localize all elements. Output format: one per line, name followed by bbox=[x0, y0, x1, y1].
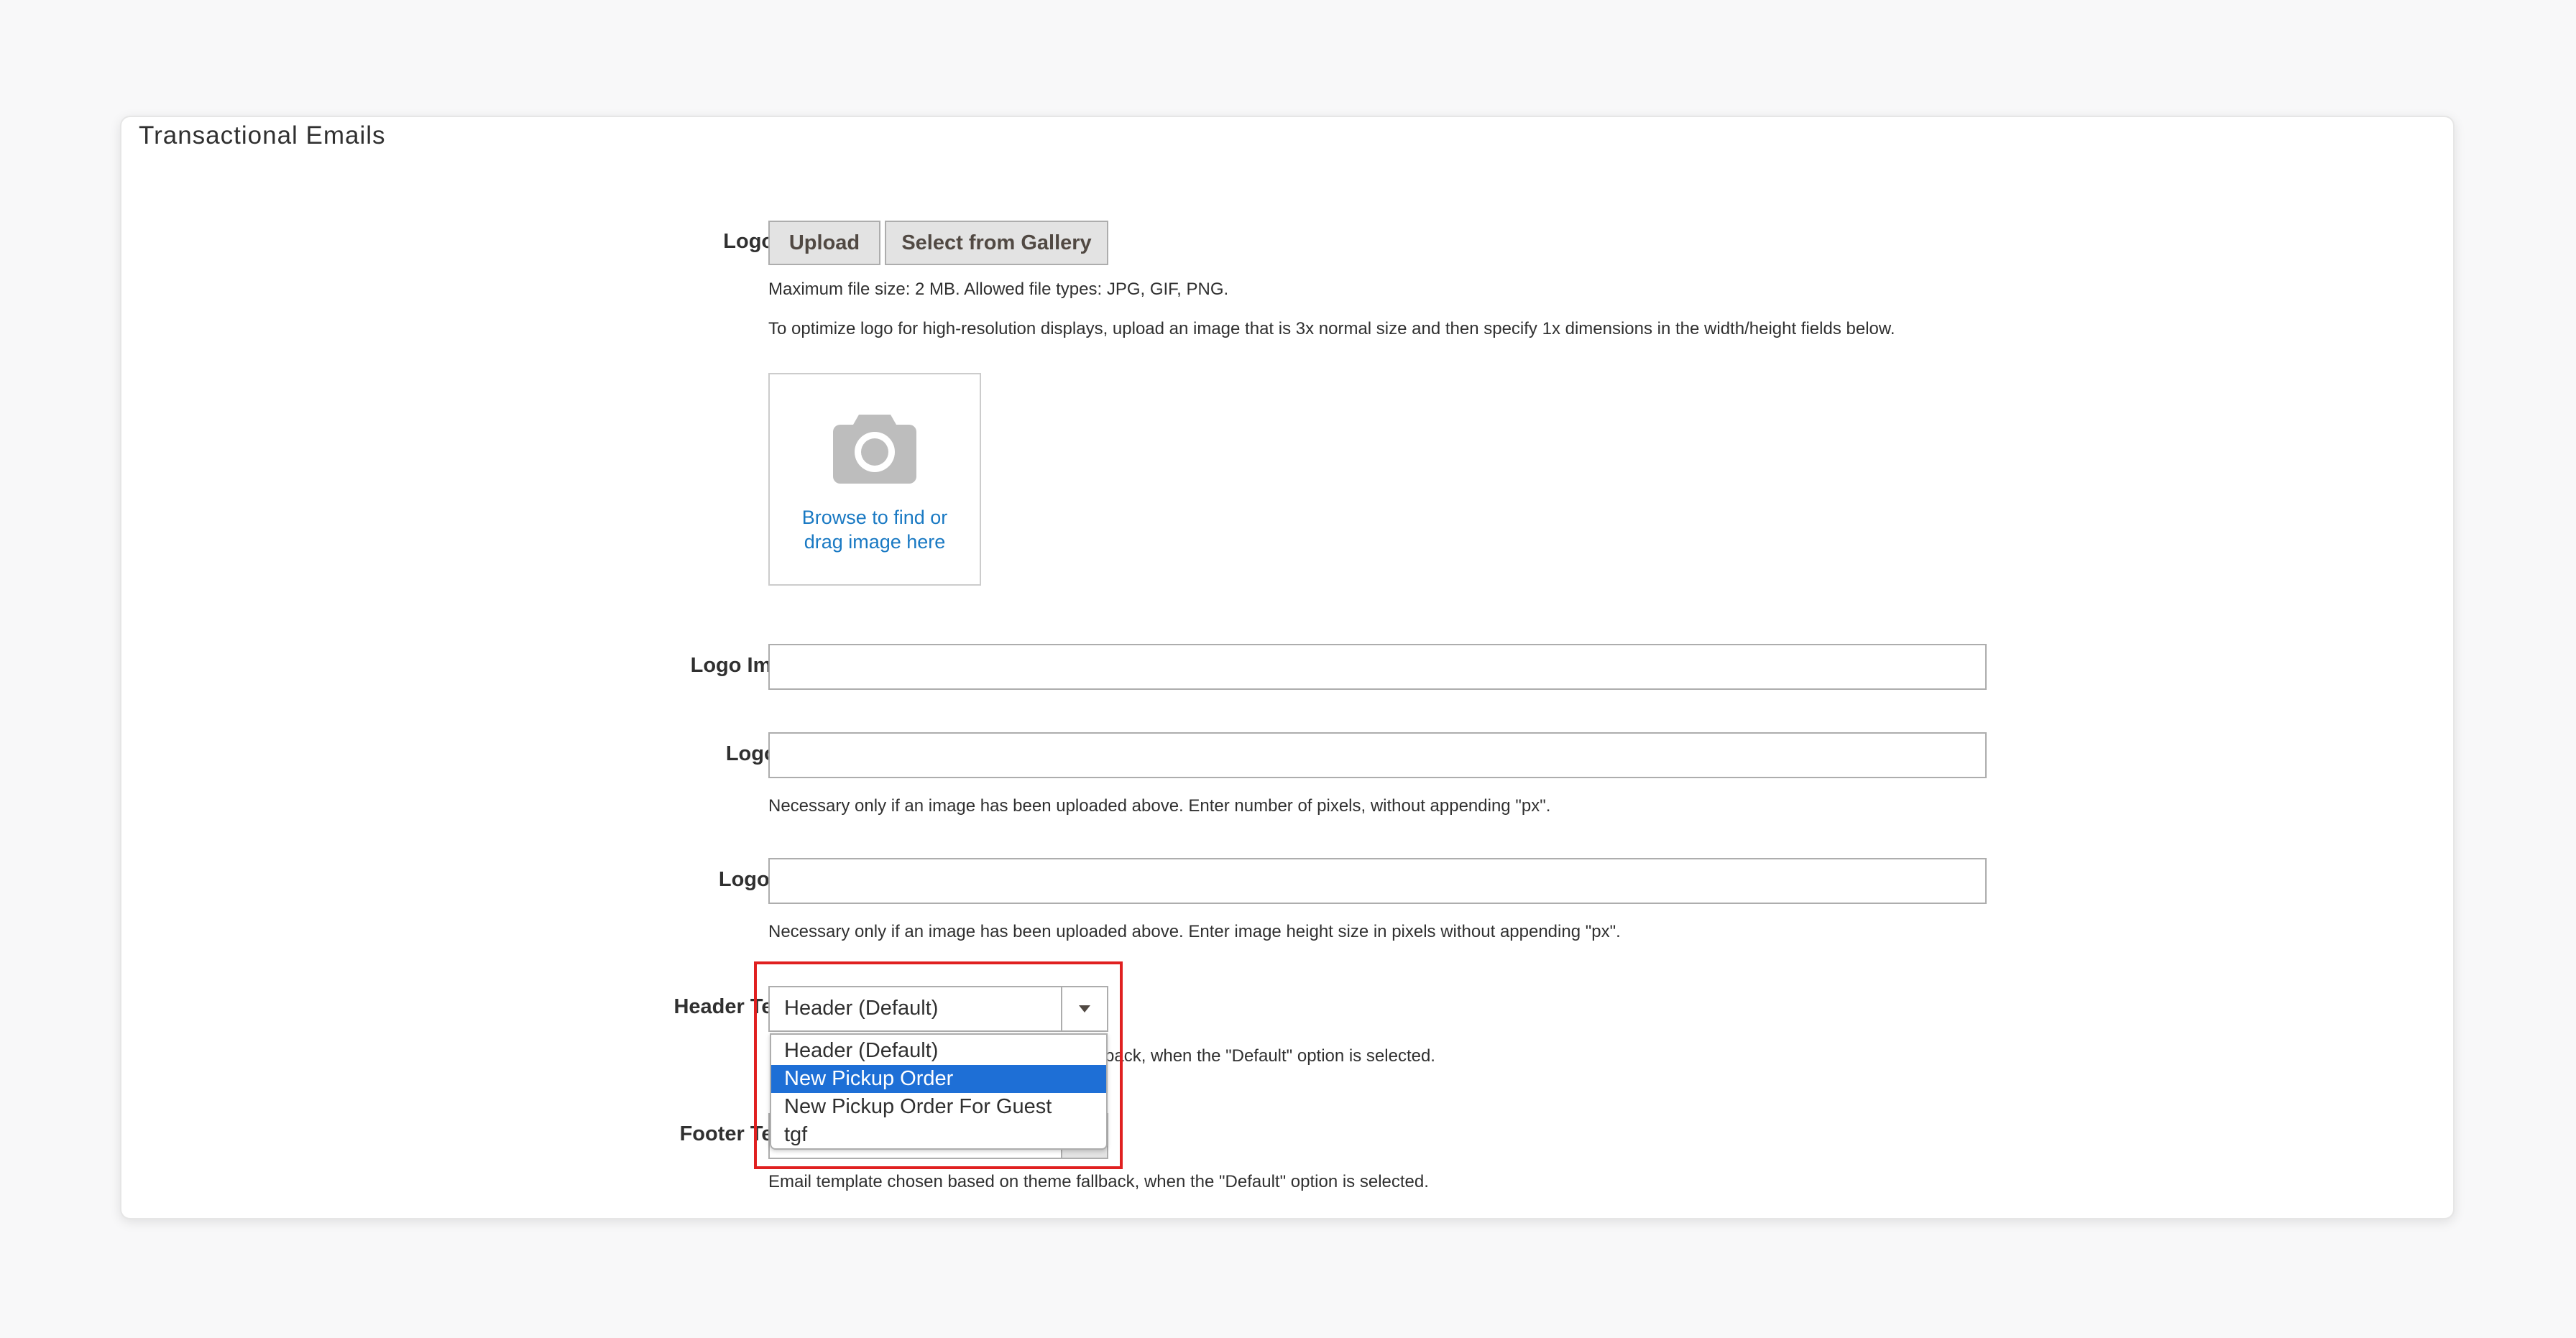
transactional-emails-card: Transactional Emails Logo Image Upload S… bbox=[120, 116, 2455, 1219]
dropdown-option[interactable]: Header (Default) bbox=[771, 1037, 1106, 1065]
footer-template-note: Email template chosen based on theme fal… bbox=[768, 1172, 1429, 1191]
logo-width-note: Necessary only if an image has been uplo… bbox=[768, 796, 1551, 816]
header-template-options[interactable]: Header (Default) New Pickup Order New Pi… bbox=[770, 1033, 1108, 1150]
logo-width-input[interactable] bbox=[768, 732, 1987, 778]
upload-button[interactable]: Upload bbox=[768, 221, 880, 265]
select-from-gallery-button[interactable]: Select from Gallery bbox=[885, 221, 1108, 265]
image-dropzone[interactable]: Browse to find or drag image here bbox=[768, 373, 981, 586]
dropdown-option[interactable]: tgf bbox=[771, 1121, 1106, 1149]
camera-icon bbox=[833, 415, 916, 484]
logo-height-note: Necessary only if an image has been uplo… bbox=[768, 922, 1621, 941]
dropdown-arrow[interactable] bbox=[1061, 987, 1107, 1030]
browse-link[interactable]: Browse to find or drag image here bbox=[788, 505, 961, 554]
logo-size-note: Maximum file size: 2 MB. Allowed file ty… bbox=[768, 280, 1229, 299]
logo-optimize-note: To optimize logo for high-resolution dis… bbox=[768, 319, 1895, 338]
header-template-selected: Header (Default) bbox=[784, 997, 939, 1020]
section-title: Transactional Emails bbox=[139, 121, 386, 149]
logo-height-input[interactable] bbox=[768, 858, 1987, 904]
caret-down-icon bbox=[1079, 1005, 1090, 1012]
header-template-note: back, when the "Default" option is selec… bbox=[1105, 1046, 1435, 1066]
dropdown-option-highlighted[interactable]: New Pickup Order bbox=[771, 1065, 1106, 1093]
dropdown-option[interactable]: New Pickup Order For Guest bbox=[771, 1093, 1106, 1121]
header-template-select[interactable]: Header (Default) bbox=[768, 986, 1108, 1032]
logo-image-alt-input[interactable] bbox=[768, 644, 1987, 690]
